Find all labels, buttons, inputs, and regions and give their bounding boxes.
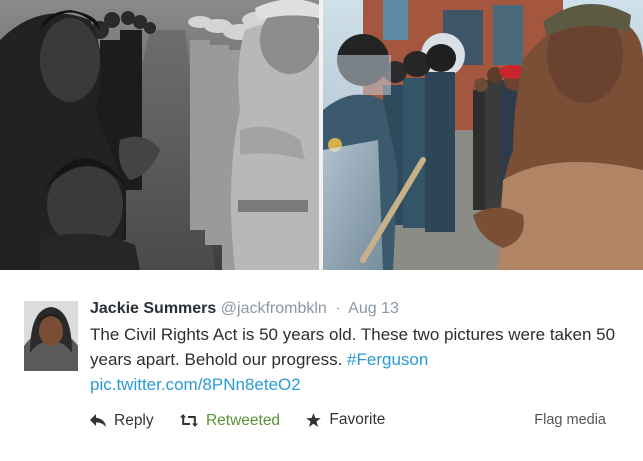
- tweet-media[interactable]: [0, 0, 643, 270]
- reply-label: Reply: [114, 411, 154, 429]
- author-fullname[interactable]: Jackie Summers: [90, 300, 216, 317]
- hashtag-link[interactable]: #Ferguson: [347, 350, 428, 369]
- flag-media-link[interactable]: Flag media: [534, 412, 606, 428]
- reply-button[interactable]: Reply: [90, 412, 154, 430]
- reply-arrow-icon: [90, 414, 106, 427]
- tweet-timestamp[interactable]: Aug 13: [348, 300, 399, 317]
- retweet-icon: [179, 414, 198, 427]
- header-separator: ·: [335, 300, 341, 317]
- retweet-button[interactable]: Retweeted: [179, 411, 281, 430]
- favorite-label: Favorite: [329, 411, 386, 428]
- star-icon: [306, 413, 322, 427]
- tweet-content: Jackie Summers @jackfrombkln · Aug 13 Th…: [0, 270, 643, 461]
- tweet-text: The Civil Rights Act is 50 years old. Th…: [90, 322, 620, 397]
- favorite-button[interactable]: Favorite: [306, 411, 385, 429]
- author-username[interactable]: @jackfrombkln: [221, 300, 327, 317]
- avatar[interactable]: [24, 301, 78, 371]
- tweet-header: Jackie Summers @jackfrombkln · Aug 13: [90, 300, 399, 318]
- tweet-actions: Reply Retweeted Favorite: [90, 411, 407, 432]
- retweet-label: Retweeted: [205, 411, 281, 429]
- photo-1960s-civil-rights-standoff[interactable]: [0, 0, 319, 270]
- pic-link[interactable]: pic.twitter.com/8PNn8eteO2: [90, 375, 301, 394]
- photo-2014-ferguson-standoff[interactable]: [323, 0, 643, 270]
- tweet-card: Jackie Summers @jackfrombkln · Aug 13 Th…: [0, 0, 643, 461]
